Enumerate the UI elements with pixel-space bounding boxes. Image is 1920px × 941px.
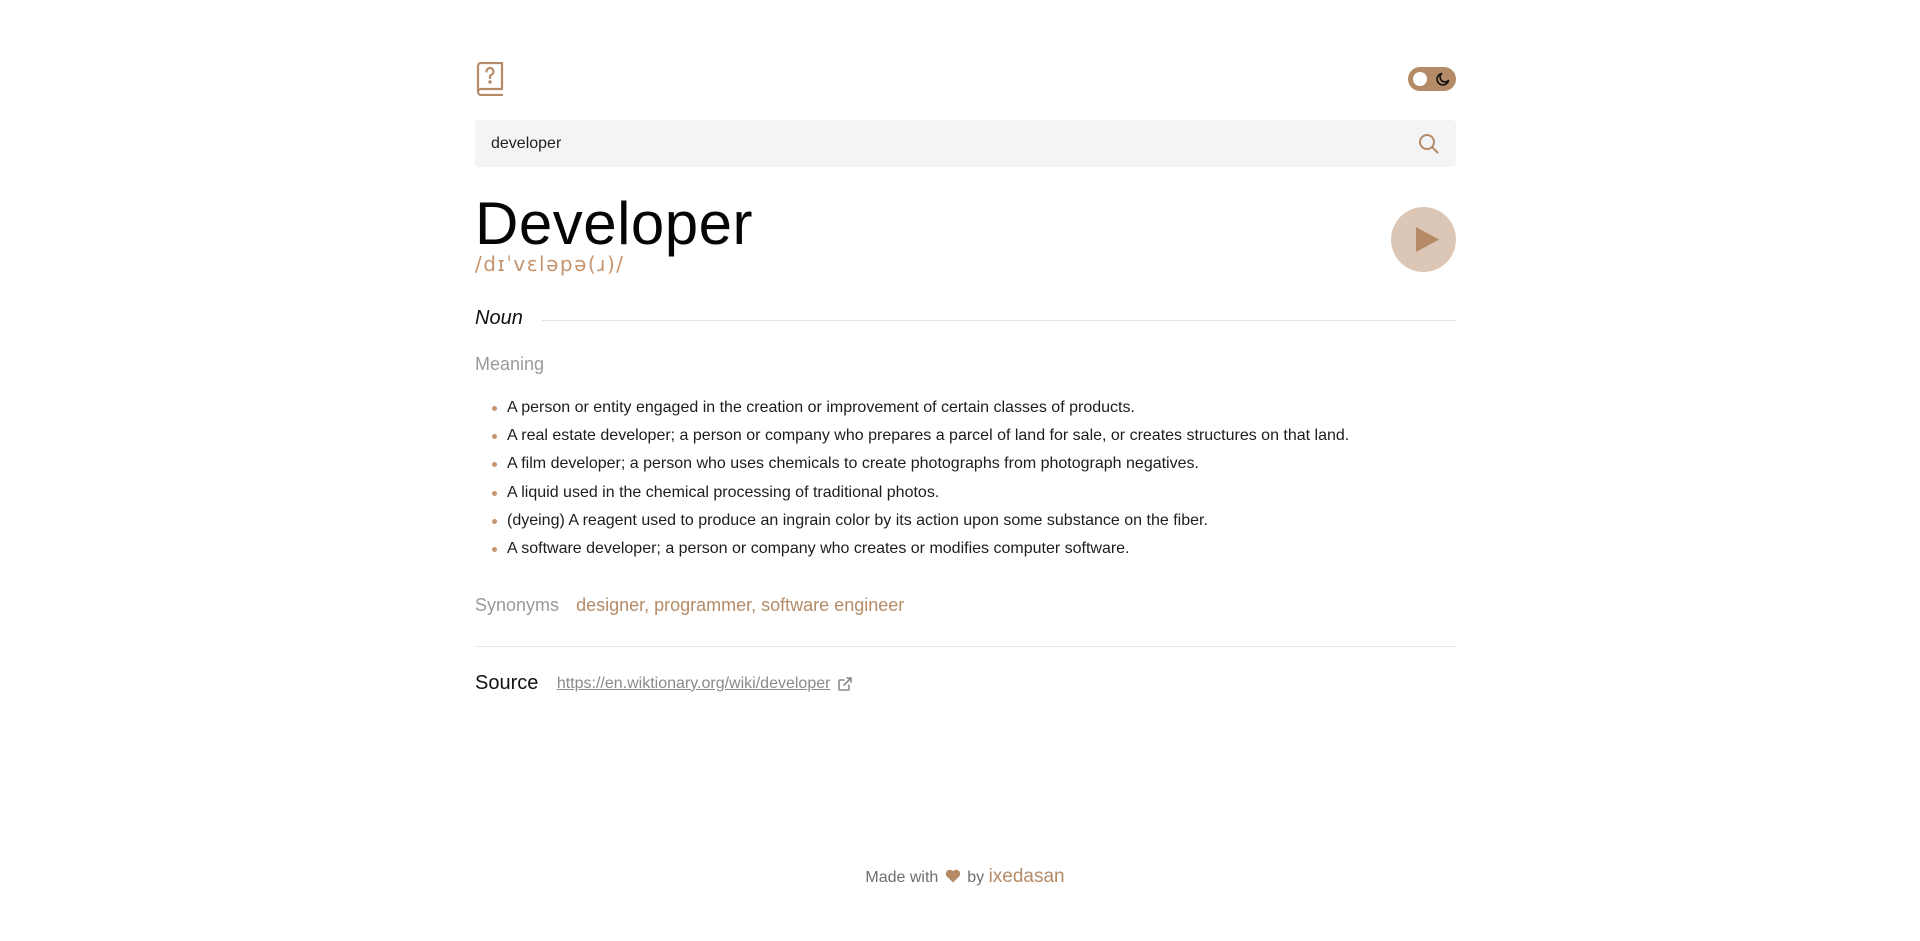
toggle-knob bbox=[1413, 72, 1427, 86]
synonyms-label: Synonyms bbox=[475, 595, 560, 615]
definition-text: A liquid used in the chemical processing… bbox=[507, 483, 940, 501]
moon-icon bbox=[1436, 72, 1450, 86]
bullet bbox=[492, 518, 497, 524]
definition-text: A person or entity engaged in the creati… bbox=[507, 399, 1135, 416]
definition-item: (dyeing) A reagent used to produce an in… bbox=[475, 507, 1456, 535]
meaning-label: Meaning bbox=[475, 354, 545, 374]
external-link-icon[interactable] bbox=[838, 676, 852, 691]
header bbox=[475, 62, 1456, 98]
play-icon bbox=[1416, 227, 1439, 252]
bullet bbox=[492, 490, 497, 496]
search-icon[interactable] bbox=[1418, 133, 1439, 154]
heart-icon bbox=[945, 869, 960, 883]
word-title: Developer bbox=[475, 190, 753, 257]
search-bar bbox=[475, 120, 1456, 167]
phonetic: /dɪˈvɛləpə(ɹ)/ bbox=[475, 252, 625, 276]
source-label: Source bbox=[475, 672, 539, 694]
play-pronunciation-button[interactable] bbox=[1391, 207, 1456, 272]
bullet bbox=[492, 546, 497, 552]
synonyms-row: Synonyms designer, programmer, software … bbox=[475, 595, 904, 619]
search-input[interactable] bbox=[491, 120, 1391, 167]
definition-item: A liquid used in the chemical processing… bbox=[475, 479, 1456, 507]
definition-text: A film developer; a person who uses chem… bbox=[507, 455, 1199, 473]
part-of-speech-row: Noun bbox=[475, 307, 1456, 333]
definition-text: A software developer; a person or compan… bbox=[507, 539, 1130, 557]
page: Developer /dɪˈvɛləpə(ɹ)/ Noun Meaning A … bbox=[0, 0, 1920, 941]
definition-item: A film developer; a person who uses chem… bbox=[475, 450, 1456, 478]
by-text: by bbox=[967, 869, 985, 886]
definition-item: A software developer; a person or compan… bbox=[475, 535, 1456, 563]
definition-item: A person or entity engaged in the creati… bbox=[475, 394, 1456, 422]
bullet bbox=[492, 462, 497, 468]
synonyms-links[interactable]: designer, programmer, software engineer bbox=[576, 595, 904, 616]
definition-text: A real estate developer; a person or com… bbox=[507, 427, 1350, 445]
author-link[interactable]: ixedasan bbox=[989, 866, 1065, 887]
definition-item: A real estate developer; a person or com… bbox=[475, 422, 1456, 450]
part-of-speech: Noun bbox=[475, 307, 523, 329]
definition-text: (dyeing) A reagent used to produce an in… bbox=[507, 511, 1208, 529]
bullet bbox=[492, 406, 497, 411]
divider-line bbox=[542, 320, 1456, 321]
book-question-icon[interactable] bbox=[475, 62, 505, 96]
section-divider bbox=[475, 646, 1456, 647]
source-row: Source https://en.wiktionary.org/wiki/de… bbox=[475, 672, 852, 696]
footer: Made with by ixedasan bbox=[0, 866, 1920, 888]
source-link[interactable]: https://en.wiktionary.org/wiki/developer bbox=[557, 675, 831, 693]
made-with-text: Made with bbox=[865, 869, 939, 886]
bullet bbox=[492, 434, 497, 440]
definition-list: A person or entity engaged in the creati… bbox=[475, 394, 1456, 563]
theme-toggle[interactable] bbox=[1408, 67, 1456, 91]
